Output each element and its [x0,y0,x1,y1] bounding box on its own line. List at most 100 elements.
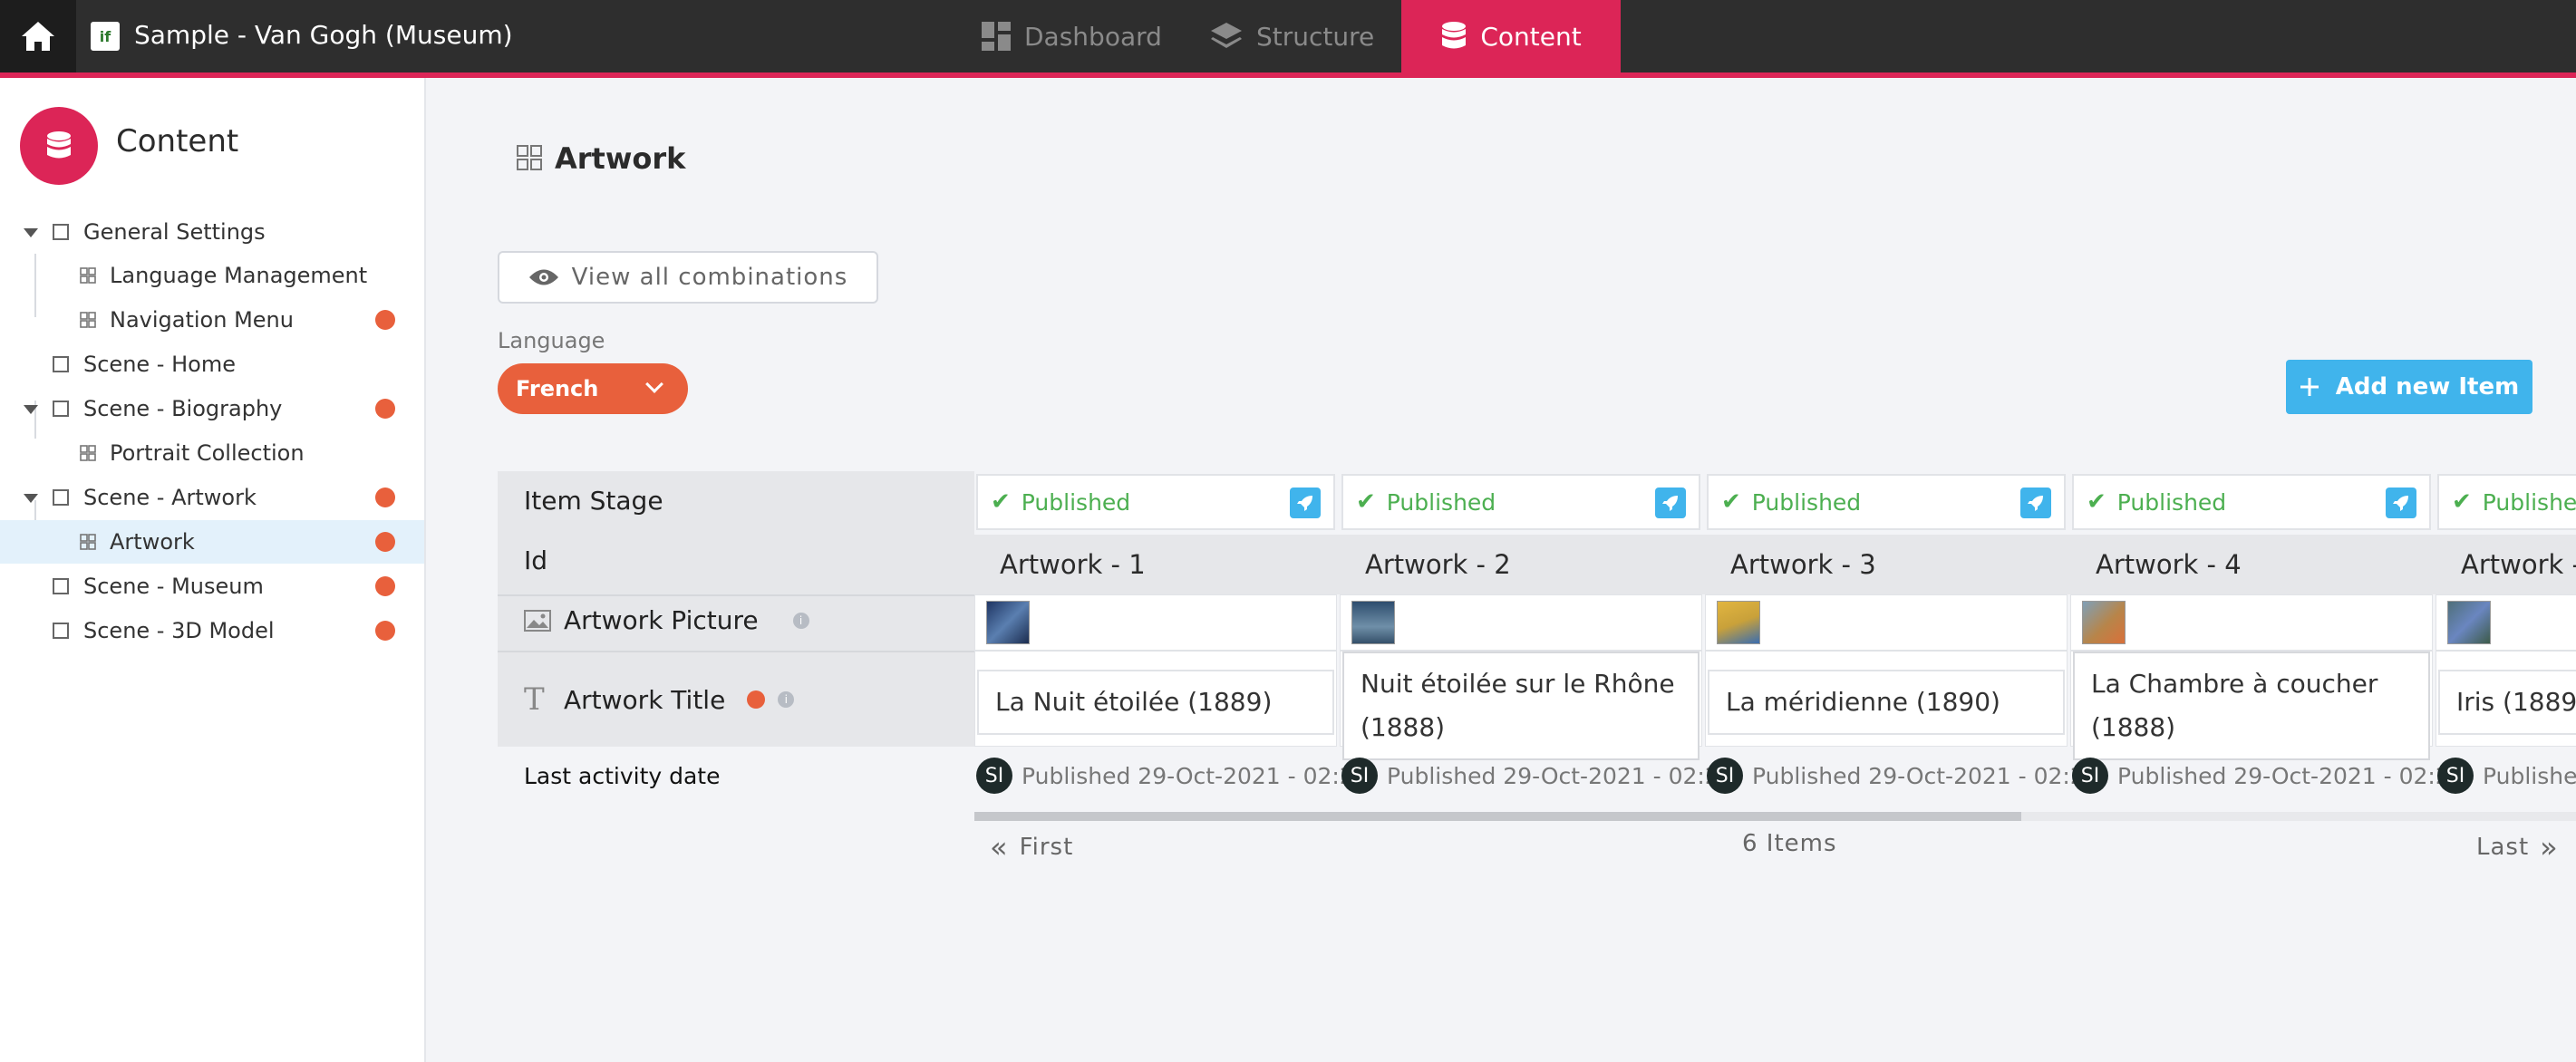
status-dot [375,532,395,552]
layers-icon [1211,23,1242,48]
sidebar-item-navigation-menu[interactable]: Navigation Menu [0,298,424,342]
avatar: SI [2437,758,2474,794]
status-dot [375,310,395,330]
activity-text: Published 29-Oct-2021 - 02:26 [1387,762,1734,789]
sidebar-item-label: Language Management [110,263,368,288]
caret-down-icon[interactable] [24,494,38,503]
add-new-item-button[interactable]: Add new Item [2286,360,2532,414]
picture-cell[interactable] [1705,594,2068,651]
title-cell[interactable]: La méridienne (1890) [1705,651,2068,747]
home-icon [22,22,54,51]
language-select[interactable]: French [498,363,688,414]
folder-icon [53,489,69,506]
row-label-text: Artwork Title [564,684,726,715]
sidebar-item-scene-biography[interactable]: Scene - Biography [0,387,424,430]
caret-down-icon[interactable] [24,405,38,414]
activity-cell: SI Published 29-Oct-2021 - 02:26 [2437,752,2576,799]
stage-cell[interactable]: ✔ Published [1707,474,2066,530]
tab-content-label: Content [1480,21,1582,52]
title-cell[interactable]: La Chambre à coucher (1888) [2070,651,2433,760]
column-5-clip: ✔ Published Artwork - 5 Iris (1889) SI P… [2436,471,2576,816]
picture-cell[interactable] [2436,594,2576,651]
artwork-thumbnail[interactable] [986,601,1030,644]
id-cell: Artwork - 5 [2461,549,2576,580]
sidebar-item-label: Navigation Menu [110,307,294,333]
rocket-icon[interactable] [1655,488,1686,518]
row-label-id: Id [524,545,548,575]
artwork-thumbnail[interactable] [1717,601,1760,644]
pager-first-button[interactable]: « First [990,830,1073,864]
sidebar-item-scene-home[interactable]: Scene - Home [0,343,424,386]
grid-icon [80,312,96,328]
picture-cell[interactable] [974,594,1337,651]
artwork-thumbnail[interactable] [2082,601,2126,644]
info-icon[interactable]: i [778,691,795,708]
id-cell: Artwork - 2 [1365,549,1511,580]
grid-icon [80,534,96,550]
caret-down-icon[interactable] [24,228,38,237]
stage-label: Published [2116,488,2227,516]
artwork-thumbnail[interactable] [1351,601,1395,644]
stage-cell[interactable]: ✔ Published [976,474,1335,530]
picture-cell[interactable] [2070,594,2433,651]
sidebar-item-artwork[interactable]: Artwork [0,520,424,564]
title-input[interactable]: Iris (1889) [2438,670,2576,735]
status-dot [375,399,395,419]
status-dot [375,576,395,596]
info-icon[interactable]: i [792,612,809,629]
sidebar-item-language-management[interactable]: Language Management [0,254,424,297]
status-dot [375,621,395,641]
avatar: SI [1341,758,1378,794]
content-badge [20,107,98,185]
horizontal-scrollbar-thumb[interactable] [974,812,2021,821]
artwork-thumbnail[interactable] [2447,601,2491,644]
sidebar-item-scene-museum[interactable]: Scene - Museum [0,565,424,608]
grid-icon [80,445,96,461]
pager-last-button[interactable]: Last » [2476,830,2559,864]
chevron-down-icon [645,375,663,393]
sidebar-item-label: Scene - 3D Model [83,618,275,643]
grid-icon [80,267,96,284]
rocket-icon[interactable] [1290,488,1321,518]
sidebar-item-scene-3d-model[interactable]: Scene - 3D Model [0,609,424,652]
id-cell: Artwork - 3 [1730,549,1876,580]
check-icon: ✔ [991,488,1011,516]
required-dot [747,690,766,709]
stage-label: Published [2482,488,2576,516]
sidebar-title: Content [116,123,239,159]
text-icon: T [524,681,545,718]
stage-cell[interactable]: ✔ Published [1341,474,1700,530]
grid-icon [517,145,542,170]
check-icon: ✔ [2452,488,2472,516]
sidebar-item-general-settings[interactable]: General Settings [0,210,424,254]
picture-cell[interactable] [1340,594,1702,651]
rocket-icon[interactable] [2386,488,2416,518]
status-dot [375,488,395,507]
rocket-icon[interactable] [2020,488,2051,518]
title-input[interactable]: La Nuit étoilée (1889) [977,670,1334,735]
project-title[interactable]: Sample - Van Gogh (Museum) [134,18,513,53]
row-label-item-stage: Item Stage [524,486,663,516]
tab-dashboard[interactable]: Dashboard [981,0,1162,72]
title-cell[interactable]: Iris (1889) [2436,651,2576,747]
title-cell[interactable]: Nuit étoilée sur le Rhône (1888) [1340,651,1702,760]
home-button[interactable] [0,0,76,72]
avatar: SI [2072,758,2108,794]
sidebar-item-scene-artwork[interactable]: Scene - Artwork [0,476,424,519]
plus-icon [2300,378,2319,396]
title-input[interactable]: La Chambre à coucher (1888) [2073,652,2430,760]
language-value: French [516,376,599,401]
double-chevron-right-icon: » [2540,830,2559,864]
view-all-combinations-button[interactable]: View all combinations [498,251,878,304]
activity-text: Published 29-Oct-2021 - 02:26 [2117,762,2465,789]
title-cell[interactable]: La Nuit étoilée (1889) [974,651,1337,747]
stage-cell[interactable]: ✔ Published [2437,474,2576,530]
tab-content[interactable]: Content [1401,0,1621,72]
title-input[interactable]: Nuit étoilée sur le Rhône (1888) [1342,652,1700,760]
tab-structure[interactable]: Structure [1209,0,1374,72]
stage-cell[interactable]: ✔ Published [2072,474,2431,530]
sidebar-item-label: Scene - Home [83,352,236,377]
title-input[interactable]: La méridienne (1890) [1708,670,2065,735]
sidebar-item-portrait-collection[interactable]: Portrait Collection [0,431,424,475]
check-icon: ✔ [2087,488,2106,516]
